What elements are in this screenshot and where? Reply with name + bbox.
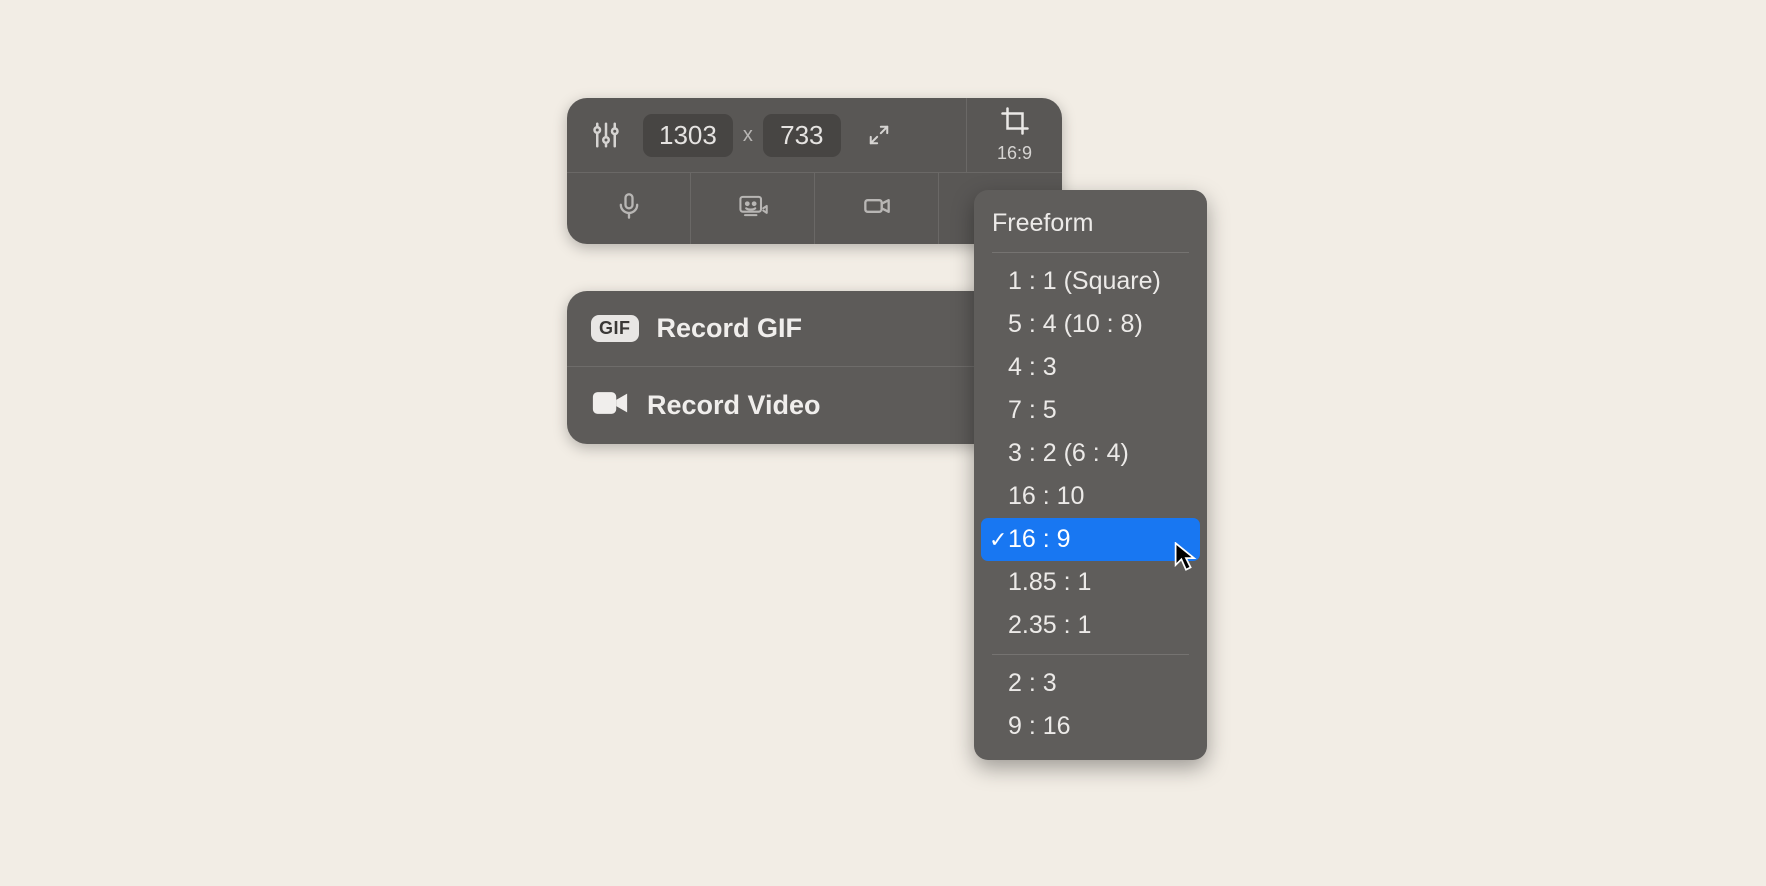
record-gif-label: Record GIF (657, 313, 803, 344)
menu-item-label: 2 : 3 (1008, 669, 1057, 697)
menu-item-aspect[interactable]: 16 : 10 (974, 475, 1207, 518)
checkmark-icon: ✓ (989, 527, 1007, 553)
menu-item-aspect[interactable]: 1.85 : 1 (974, 561, 1207, 604)
toolbar-row-dimensions: 1303 x 733 16:9 (567, 98, 1062, 172)
record-video-label: Record Video (647, 390, 821, 421)
height-input[interactable]: 733 (763, 114, 841, 157)
menu-item-label: 16 : 10 (1008, 482, 1084, 510)
menu-item-label: 16 : 9 (1008, 525, 1071, 553)
menu-item-label: 7 : 5 (1008, 396, 1057, 424)
aspect-ratio-menu: Freeform 1 : 1 (Square) 5 : 4 (10 : 8) 4 :… (974, 190, 1207, 760)
menu-item-aspect[interactable]: 7 : 5 (974, 389, 1207, 432)
dimensions-group: 1303 x 733 (643, 114, 841, 157)
menu-item-label: 1 : 1 (Square) (1008, 267, 1161, 295)
aspect-ratio-button[interactable]: 16:9 (966, 98, 1062, 172)
camera-button[interactable] (814, 173, 938, 244)
menu-item-label: 1.85 : 1 (1008, 568, 1091, 596)
menu-item-aspect[interactable]: ✓16 : 9 (981, 518, 1200, 561)
menu-item-label: 2.35 : 1 (1008, 611, 1091, 639)
microphone-icon (615, 192, 643, 225)
menu-item-label: 9 : 16 (1008, 712, 1071, 740)
menu-item-label: 5 : 4 (10 : 8) (1008, 310, 1143, 338)
aspect-ratio-label: 16:9 (997, 143, 1032, 164)
menu-item-aspect[interactable]: 2.35 : 1 (974, 604, 1207, 647)
menu-item-label: 3 : 2 (6 : 4) (1008, 439, 1129, 467)
menu-group-portrait: 2 : 3 9 : 16 (974, 662, 1207, 748)
menu-item-aspect[interactable]: 1 : 1 (Square) (974, 260, 1207, 303)
width-input[interactable]: 1303 (643, 114, 733, 157)
system-audio-button[interactable] (690, 173, 814, 244)
menu-item-aspect[interactable]: 3 : 2 (6 : 4) (974, 432, 1207, 475)
gif-badge-icon: GIF (591, 315, 639, 342)
menu-item-label: 4 : 3 (1008, 353, 1057, 381)
menu-item-aspect[interactable]: 9 : 16 (974, 705, 1207, 748)
dimension-separator: x (743, 124, 753, 147)
settings-icon[interactable] (583, 112, 629, 158)
menu-item-freeform[interactable]: Freeform (974, 202, 1207, 245)
camera-icon (862, 192, 892, 225)
menu-divider (992, 654, 1189, 655)
system-audio-icon (737, 192, 769, 225)
video-camera-icon (591, 389, 629, 422)
crop-icon (1000, 106, 1030, 141)
toolbar-left-group: 1303 x 733 (567, 98, 966, 172)
menu-item-aspect[interactable]: 5 : 4 (10 : 8) (974, 303, 1207, 346)
menu-divider (992, 252, 1189, 253)
microphone-button[interactable] (567, 173, 690, 244)
menu-group-landscape: 1 : 1 (Square) 5 : 4 (10 : 8) 4 : 3 7 : 5 3 … (974, 260, 1207, 647)
expand-icon[interactable] (861, 117, 897, 153)
menu-item-aspect[interactable]: 4 : 3 (974, 346, 1207, 389)
menu-item-aspect[interactable]: 2 : 3 (974, 662, 1207, 705)
